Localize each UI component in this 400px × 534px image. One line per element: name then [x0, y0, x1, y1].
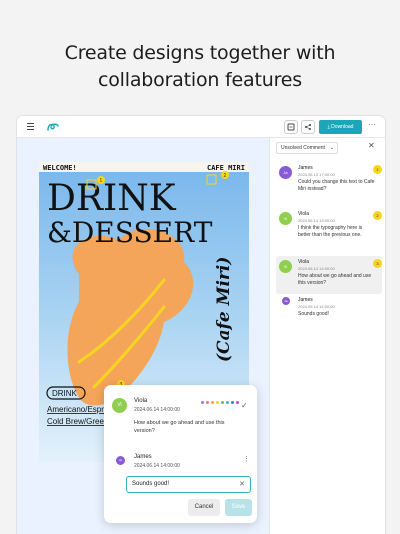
reply-input-value: Sounds good!	[132, 481, 170, 487]
comment-date: 2024.06.14 13:00:00	[298, 218, 335, 223]
close-icon[interactable]: ✕	[368, 141, 375, 150]
color-dot-cyan[interactable]	[226, 401, 229, 404]
more-vertical-icon[interactable]: ⋮	[243, 455, 250, 463]
comment-text: Sounds good!	[298, 311, 329, 317]
comment-text: How about we go ahead and use this versi…	[298, 273, 372, 286]
reply-author: James	[134, 454, 152, 460]
headline: Create designs together with collaborati…	[0, 40, 400, 94]
comment-reply-item[interactable]: Ja James 2024.06.14 14:00:00 Sounds good…	[276, 294, 382, 324]
poster-drink-badge-text: DRINK	[52, 389, 78, 398]
poster-title-drink: DRINK	[47, 178, 177, 219]
pages-icon	[287, 123, 295, 131]
comments-panel: Unsolved Comment ⌄ ✕ Ja James 2024.06.13…	[269, 138, 385, 534]
poster-cafe-top: CAFE MIRI	[207, 164, 245, 172]
share-button[interactable]	[301, 120, 315, 134]
avatar: Vi	[279, 212, 292, 225]
reply-date: 2024.06.14 14:00:00	[134, 463, 180, 469]
comment-date: 2024.06.14 14:00:00	[134, 407, 180, 413]
color-dot-yellow[interactable]	[216, 401, 219, 404]
comment-date: 2024.06.14 14:00:00	[298, 304, 335, 309]
avatar: Ja	[282, 297, 290, 305]
menu-icon[interactable]	[27, 123, 34, 130]
poster-menu-line-1: Americano/Espres	[47, 405, 112, 414]
reply-avatar: Ja	[116, 456, 125, 465]
comment-text: Could you change this text to Cafe Miri …	[298, 179, 375, 192]
download-button[interactable]: ⤓ Download	[319, 120, 362, 134]
comment-item-1[interactable]: Ja James 2024.06.13 17:00:00 Could you c…	[276, 162, 382, 200]
comment-number-badge: 2	[373, 211, 382, 220]
comment-text: I think the typography here is better th…	[298, 225, 363, 238]
save-button[interactable]: Save	[225, 499, 252, 516]
download-label: Download	[331, 124, 354, 130]
comment-author: James	[298, 297, 313, 303]
reply-input[interactable]: Sounds good! ✕	[126, 476, 251, 493]
comment-date: 2024.06.13 17:00:00	[298, 172, 335, 177]
color-dot-violet[interactable]	[236, 401, 239, 404]
color-dots	[201, 391, 241, 404]
poster-menu-line-2: Cold Brew/Green	[47, 417, 108, 426]
poster-vertical-text: (Cafe Miri)	[214, 257, 234, 362]
color-dot-purple[interactable]	[201, 401, 204, 404]
comment-number-badge: 3	[373, 259, 382, 268]
comment-text: How about we go ahead and use this versi…	[134, 420, 225, 434]
cancel-button[interactable]: Cancel	[188, 499, 220, 516]
comment-filter-select[interactable]: Unsolved Comment ⌄	[276, 142, 338, 154]
comment-date: 2024.06.14 14:00:00	[298, 266, 335, 271]
color-dot-orange[interactable]	[211, 401, 214, 404]
poster-welcome: WELCOME!	[43, 164, 77, 172]
chevron-down-icon: ⌄	[329, 145, 334, 151]
share-icon	[305, 124, 311, 130]
resolve-check-icon[interactable]: ✓	[241, 401, 248, 410]
headline-line-1: Create designs together with	[64, 42, 336, 64]
color-dot-green[interactable]	[221, 401, 224, 404]
logo-icon	[47, 123, 59, 131]
comment-filter-label: Unsolved Comment	[281, 145, 325, 151]
clear-icon[interactable]: ✕	[239, 477, 245, 492]
comment-author: Viola	[298, 211, 310, 217]
comment-marker-2-label: 2	[224, 173, 227, 179]
comment-author: Viola	[134, 398, 148, 404]
comment-number-badge: 1	[373, 165, 382, 174]
comment-author: James	[298, 165, 313, 171]
more-options-icon[interactable]: ···	[368, 120, 376, 130]
top-toolbar: ⤓ Download ···	[17, 116, 385, 138]
pages-button[interactable]	[284, 120, 298, 134]
headline-line-2: collaboration features	[98, 69, 302, 91]
color-dot-blue[interactable]	[231, 401, 234, 404]
comment-item-3[interactable]: Vi Viola 2024.06.14 14:00:00 How about w…	[276, 256, 382, 294]
comment-item-2[interactable]: Vi Viola 2024.06.14 13:00:00 I think the…	[276, 208, 382, 252]
comment-thread-popup: Vi Viola 2024.06.14 14:00:00 ✓ How about…	[104, 385, 257, 523]
avatar: Vi	[279, 260, 292, 273]
comment-marker-1-label: 1	[100, 178, 103, 184]
avatar: Vi	[112, 398, 127, 413]
avatar: Ja	[279, 166, 292, 179]
color-dot-pink[interactable]	[206, 401, 209, 404]
comment-author: Viola	[298, 259, 310, 265]
poster-title-dessert: &DESSERT	[47, 216, 213, 249]
